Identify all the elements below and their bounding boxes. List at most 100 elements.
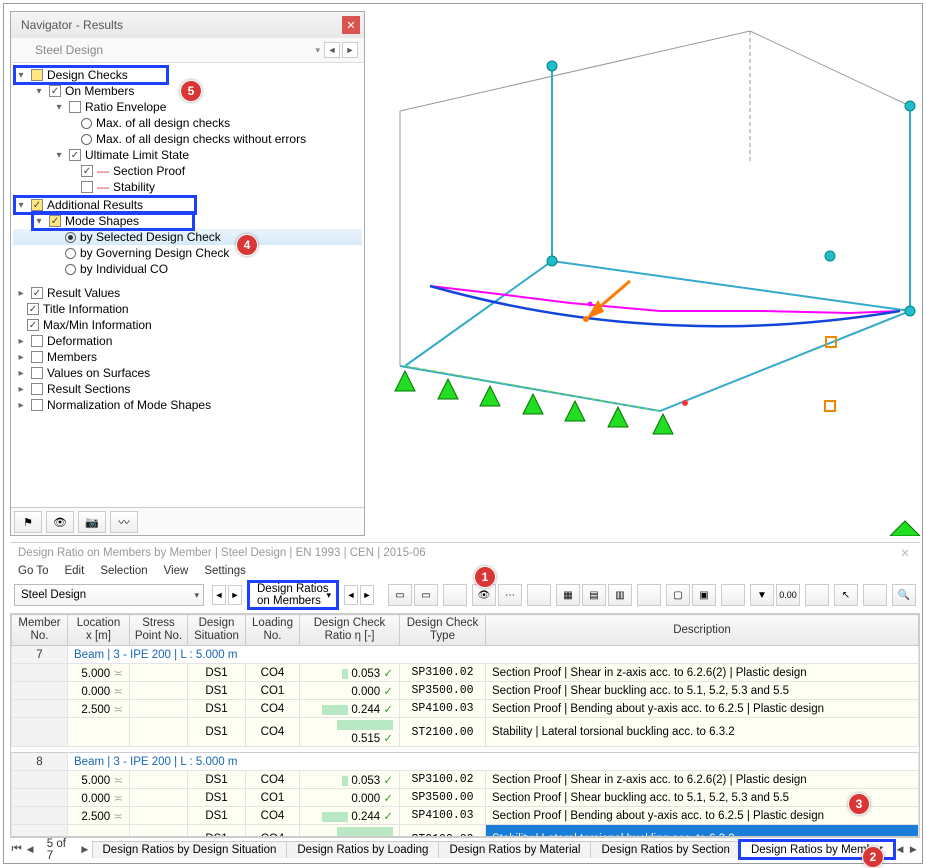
checkbox[interactable]	[81, 181, 93, 193]
col-dctype[interactable]: Design Check Type	[400, 615, 486, 646]
navigator-result-selector[interactable]: Steel Design ▾ ◄ ►	[11, 38, 364, 63]
table-group-row[interactable]: 7Beam | 3 - IPE 200 | L : 5.000 m	[12, 646, 919, 664]
col-description[interactable]: Description	[486, 615, 919, 646]
chevron-right-icon[interactable]: ▸	[15, 368, 27, 379]
nav-prev-icon[interactable]: ◄	[324, 42, 340, 58]
toolbar-icon[interactable]: ▭	[388, 584, 412, 606]
table-group-row[interactable]: 8Beam | 3 - IPE 200 | L : 5.000 m	[12, 753, 919, 771]
tab-by-loading[interactable]: Design Ratios by Loading	[286, 841, 439, 858]
menu-edit[interactable]: Edit	[64, 565, 84, 577]
chevron-down-icon[interactable]: ▾	[33, 86, 45, 97]
next-icon[interactable]: ►	[360, 585, 374, 605]
radio[interactable]	[65, 232, 76, 243]
flag-icon[interactable]: ⚑	[14, 511, 42, 533]
tabs-scroll-right-icon[interactable]: ►	[907, 844, 920, 856]
tab-by-section[interactable]: Design Ratios by Section	[590, 841, 740, 858]
pointer-icon[interactable]: ↖	[834, 584, 858, 606]
tree-on-members[interactable]: On Members	[65, 84, 134, 98]
checkbox[interactable]	[31, 367, 43, 379]
checkbox[interactable]	[69, 149, 81, 161]
tree-by-gov-dc[interactable]: by Governing Design Check	[80, 246, 229, 260]
radio[interactable]	[65, 248, 76, 259]
checkbox[interactable]	[69, 101, 81, 113]
checkbox[interactable]	[31, 287, 43, 299]
checkbox[interactable]	[31, 383, 43, 395]
tree-normalization[interactable]: Normalization of Mode Shapes	[47, 398, 211, 412]
close-icon[interactable]: ✕	[342, 16, 360, 34]
table-row[interactable]: DS1CO4 0.515 ✓ST2100.00Stability | Later…	[12, 825, 919, 837]
checkbox[interactable]	[31, 335, 43, 347]
tabs-scroll-left-icon[interactable]: ◄	[893, 844, 906, 856]
tree-uls[interactable]: Ultimate Limit State	[85, 148, 189, 162]
tree-deformation[interactable]: Deformation	[47, 334, 112, 348]
tree-result-values[interactable]: Result Values	[47, 286, 120, 300]
tab-by-design-situation[interactable]: Design Ratios by Design Situation	[92, 841, 288, 858]
tree-members[interactable]: Members	[47, 350, 97, 364]
chevron-right-icon[interactable]: ▸	[15, 288, 27, 299]
col-location[interactable]: Location x [m]	[68, 615, 130, 646]
menu-settings[interactable]: Settings	[204, 565, 246, 577]
chevron-right-icon[interactable]: ▸	[15, 384, 27, 395]
next-icon[interactable]: ►	[228, 585, 242, 605]
tree-stability[interactable]: Stability	[113, 180, 155, 194]
col-stress-pt[interactable]: Stress Point No.	[130, 615, 188, 646]
col-loading[interactable]: Loading No.	[246, 615, 300, 646]
chevron-down-icon[interactable]: ▾	[53, 102, 65, 113]
chevron-right-icon[interactable]: ▸	[15, 352, 27, 363]
toolbar-icon[interactable]: ▤	[582, 584, 606, 606]
radio[interactable]	[81, 134, 92, 145]
toolbar-icon[interactable]: 0.00	[776, 584, 800, 606]
checkbox[interactable]	[27, 303, 39, 315]
chevron-down-icon[interactable]: ▾	[15, 200, 27, 211]
table-row[interactable]: DS1CO4 0.515 ✓ST2100.00Stability | Later…	[12, 718, 919, 747]
col-member-no[interactable]: Member No.	[12, 615, 68, 646]
toolbar-icon[interactable]: ▣	[692, 584, 716, 606]
menu-selection[interactable]: Selection	[100, 565, 147, 577]
radio[interactable]	[65, 264, 76, 275]
tree-mode-shapes[interactable]: Mode Shapes	[65, 214, 139, 228]
tab-by-material[interactable]: Design Ratios by Material	[438, 841, 591, 858]
tree-max-all[interactable]: Max. of all design checks	[96, 116, 230, 130]
table-row[interactable]: 0.000 ≍DS1CO1 0.000 ✓SP3500.00Section Pr…	[12, 682, 919, 700]
tree-design-checks[interactable]: Design Checks	[47, 68, 128, 82]
tree-max-all-noerr[interactable]: Max. of all design checks without errors	[96, 132, 306, 146]
table-row[interactable]: 2.500 ≍DS1CO4 0.244 ✓SP4100.03Section Pr…	[12, 700, 919, 718]
result-table-selector[interactable]: Design Ratios on Members ▾	[251, 584, 335, 606]
checkbox[interactable]	[49, 85, 61, 97]
tabs-next-icon[interactable]: ►	[78, 844, 91, 856]
menu-view[interactable]: View	[164, 565, 189, 577]
tree-by-ind-co[interactable]: by Individual CO	[80, 262, 168, 276]
tree-values-surfaces[interactable]: Values on Surfaces	[47, 366, 150, 380]
checkbox[interactable]	[31, 69, 43, 81]
prev-icon[interactable]: ◄	[344, 585, 358, 605]
chevron-down-icon[interactable]: ▾	[15, 70, 27, 81]
table-row[interactable]: 0.000 ≍DS1CO1 0.000 ✓SP3500.00Section Pr…	[12, 789, 919, 807]
checkbox[interactable]	[81, 165, 93, 177]
tabs-prev-icon[interactable]: ◄	[23, 844, 36, 856]
eye-icon[interactable]: 👁	[46, 511, 74, 533]
search-icon[interactable]: 🔍	[892, 584, 916, 606]
close-icon[interactable]: ✕	[898, 546, 912, 560]
toolbar-icon[interactable]: ▭	[414, 584, 438, 606]
nav-next-icon[interactable]: ►	[342, 42, 358, 58]
checkbox[interactable]	[31, 351, 43, 363]
tree-result-sections[interactable]: Result Sections	[47, 382, 130, 396]
tree-section-proof[interactable]: Section Proof	[113, 164, 185, 178]
tree-by-selected-dc[interactable]: by Selected Design Check	[80, 230, 221, 244]
design-addon-selector[interactable]: Steel Design ▾	[14, 584, 204, 606]
chevron-right-icon[interactable]: ▸	[15, 336, 27, 347]
checkbox[interactable]	[27, 319, 39, 331]
chevron-down-icon[interactable]: ▾	[53, 150, 65, 161]
toolbar-icon[interactable]: ▦	[556, 584, 580, 606]
toolbar-icon[interactable]: ⋯	[498, 584, 522, 606]
col-ratio[interactable]: Design Check Ratio η [-]	[300, 615, 400, 646]
camera-icon[interactable]: 📷	[78, 511, 106, 533]
tree-title-info[interactable]: Title Information	[43, 302, 129, 316]
checkbox[interactable]	[31, 399, 43, 411]
chevron-right-icon[interactable]: ▸	[15, 400, 27, 411]
tree-ratio-envelope[interactable]: Ratio Envelope	[85, 100, 166, 114]
results-table[interactable]: Member No. Location x [m] Stress Point N…	[10, 613, 920, 837]
col-design-sit[interactable]: Design Situation	[188, 615, 246, 646]
chevron-down-icon[interactable]: ▾	[33, 216, 45, 227]
table-row[interactable]: 5.000 ≍DS1CO4 0.053 ✓SP3100.02Section Pr…	[12, 664, 919, 682]
